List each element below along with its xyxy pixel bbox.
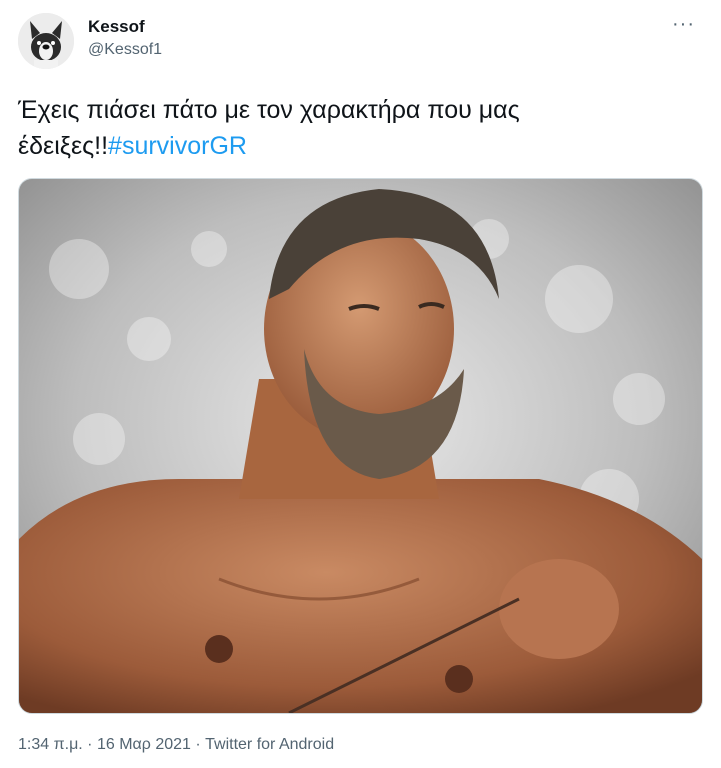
author-block: Kessof @Kessof1 [88,16,162,61]
tweet: Kessof @Kessof1 ··· Έχεις πιάσει πάτο με… [0,0,721,768]
avatar[interactable] [18,13,74,69]
tweet-body: Έχεις πιάσει πάτο με τον χαρακτήρα που μ… [18,96,520,160]
tweet-media[interactable] [18,178,703,714]
tweet-text: Έχεις πιάσει πάτο με τον χαρακτήρα που μ… [18,92,698,164]
tweet-meta: 1:34 π.μ. · 16 Μαρ 2021 · Twitter for An… [18,735,334,755]
meta-separator: · [82,736,97,753]
more-options-icon[interactable]: ··· [672,14,695,34]
tweet-date[interactable]: 16 Μαρ 2021 [97,736,191,753]
hashtag-link[interactable]: #survivorGR [108,132,247,160]
display-name[interactable]: Kessof [88,16,162,38]
meta-separator-2: · [190,736,206,753]
french-bulldog-avatar-icon [18,13,74,69]
photo-man-holding-string [19,179,702,713]
tweet-time[interactable]: 1:34 π.μ. [18,736,83,753]
handle[interactable]: @Kessof1 [88,39,162,61]
tweet-source[interactable]: Twitter for Android [205,736,334,753]
